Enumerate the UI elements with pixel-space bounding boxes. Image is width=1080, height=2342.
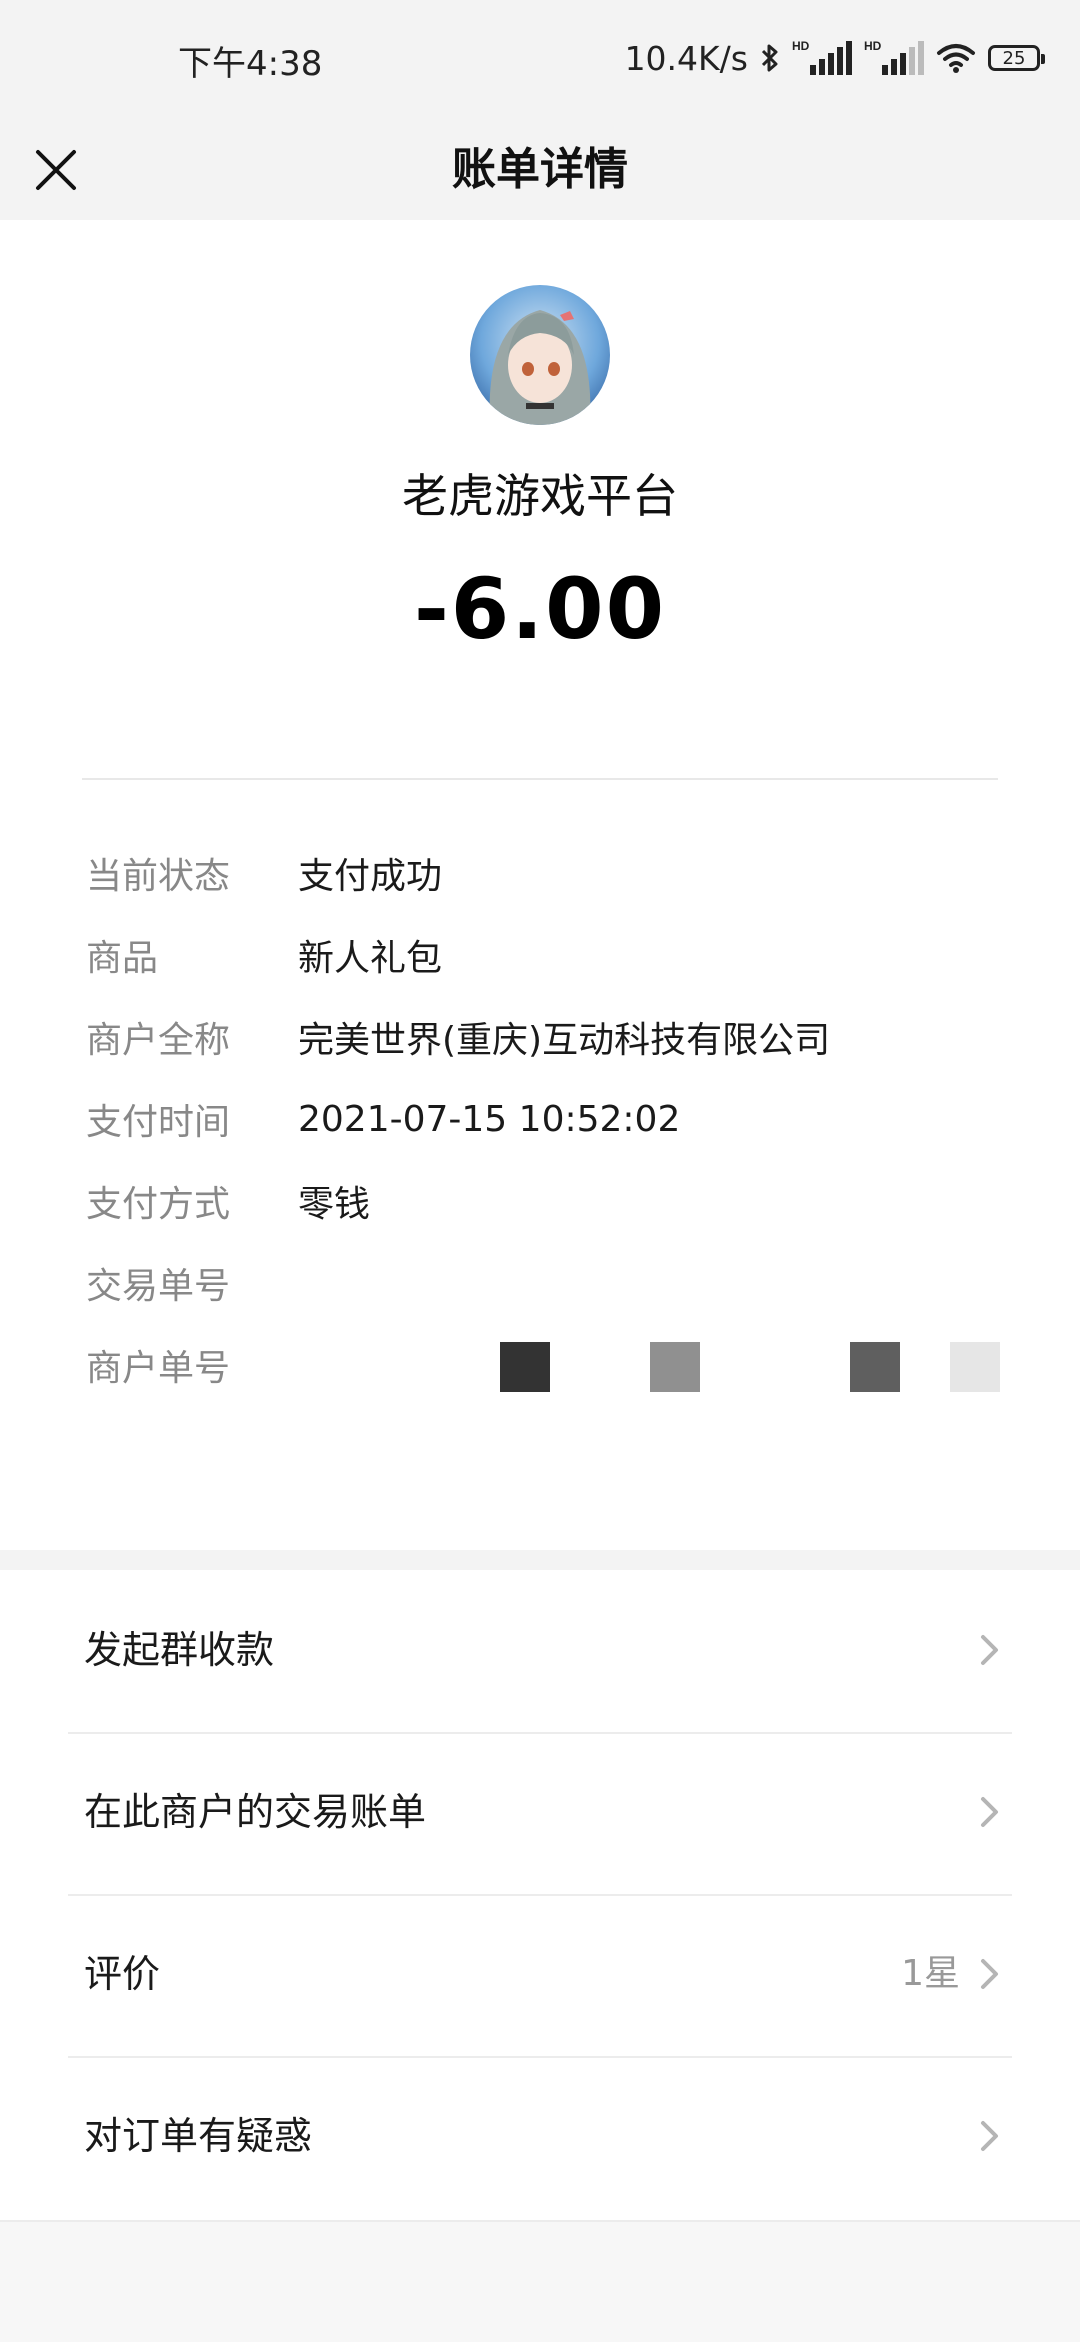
detail-row-merchant-order-id: 商户单号 (86, 1324, 1006, 1406)
hd-signal-icon: HD (792, 39, 852, 75)
wifi-icon (937, 44, 975, 73)
bill-amount: -6.00 (413, 560, 667, 658)
status-time: 下午4:38 (178, 44, 323, 84)
detail-label: 交易单号 (86, 1266, 231, 1307)
detail-value: 2021-07-15 10:52:02 (298, 1098, 681, 1140)
detail-row-product: 商品 新人礼包 (86, 914, 1006, 996)
section-gap (0, 1550, 1080, 1570)
detail-label: 商品 (86, 938, 159, 979)
detail-value: 支付成功 (298, 856, 443, 897)
status-bar: 下午4:38 10.4K/s HD HD 25 (0, 0, 1080, 120)
chevron-right-icon (981, 1797, 998, 1827)
menu-item-order-question[interactable]: 对订单有疑惑 (0, 2056, 1080, 2216)
detail-label: 商户全称 (86, 1020, 231, 1061)
detail-row-merchant-fullname: 商户全称 完美世界(重庆)互动科技有限公司 (86, 996, 1006, 1078)
menu-item-label: 评价 (84, 1952, 161, 1996)
bill-details: 当前状态 支付成功 商品 新人礼包 商户全称 完美世界(重庆)互动科技有限公司 … (86, 832, 1006, 1406)
redacted-block (850, 1342, 900, 1392)
detail-value: 完美世界(重庆)互动科技有限公司 (298, 1020, 831, 1061)
rating-value: 1星 (901, 1953, 960, 1994)
merchant-avatar (470, 285, 610, 425)
menu-item-merchant-bills[interactable]: 在此商户的交易账单 (0, 1732, 1080, 1892)
detail-row-pay-method: 支付方式 零钱 (86, 1160, 1006, 1242)
detail-label: 当前状态 (86, 856, 231, 897)
merchant-name: 老虎游戏平台 (402, 469, 678, 523)
nav-bar: 账单详情 (0, 120, 1080, 220)
bottom-area (0, 2220, 1080, 2342)
detail-label: 支付时间 (86, 1102, 231, 1143)
redacted-block (650, 1342, 700, 1392)
menu-item-rating[interactable]: 评价 1星 (0, 1894, 1080, 2054)
redacted-block (500, 1342, 550, 1392)
chevron-right-icon (981, 1635, 998, 1665)
divider (82, 778, 998, 780)
chevron-right-icon (981, 1959, 998, 1989)
detail-label: 商户单号 (86, 1348, 231, 1389)
detail-label: 支付方式 (86, 1184, 231, 1225)
detail-row-pay-time: 支付时间 2021-07-15 10:52:02 (86, 1078, 1006, 1160)
detail-value: 零钱 (298, 1184, 371, 1225)
menu-item-label: 对订单有疑惑 (84, 2114, 313, 2158)
close-icon[interactable] (26, 140, 86, 200)
chevron-right-icon (981, 2121, 998, 2151)
hd-signal-icon: HD (864, 39, 924, 75)
page-title: 账单详情 (452, 144, 628, 195)
menu-item-label: 发起群收款 (84, 1628, 275, 1672)
detail-value: 新人礼包 (298, 938, 443, 979)
detail-row-status: 当前状态 支付成功 (86, 832, 1006, 914)
battery-level: 25 (1002, 47, 1026, 69)
battery-icon: 25 (988, 45, 1045, 71)
menu-item-group-collect[interactable]: 发起群收款 (0, 1570, 1080, 1730)
bill-actions-list: 发起群收款 在此商户的交易账单 评价 1星 对订单有疑惑 (0, 1570, 1080, 2220)
network-speed: 10.4K/s (624, 38, 748, 78)
detail-row-transaction-id: 交易单号 (86, 1242, 1006, 1324)
bluetooth-icon (761, 44, 778, 72)
status-icons: 10.4K/s HD HD 25 (624, 34, 1045, 82)
redacted-block (950, 1342, 1000, 1392)
menu-item-label: 在此商户的交易账单 (84, 1790, 427, 1834)
bill-summary-card: 老虎游戏平台 -6.00 当前状态 支付成功 商品 新人礼包 商户全称 完美世界… (0, 220, 1080, 1550)
